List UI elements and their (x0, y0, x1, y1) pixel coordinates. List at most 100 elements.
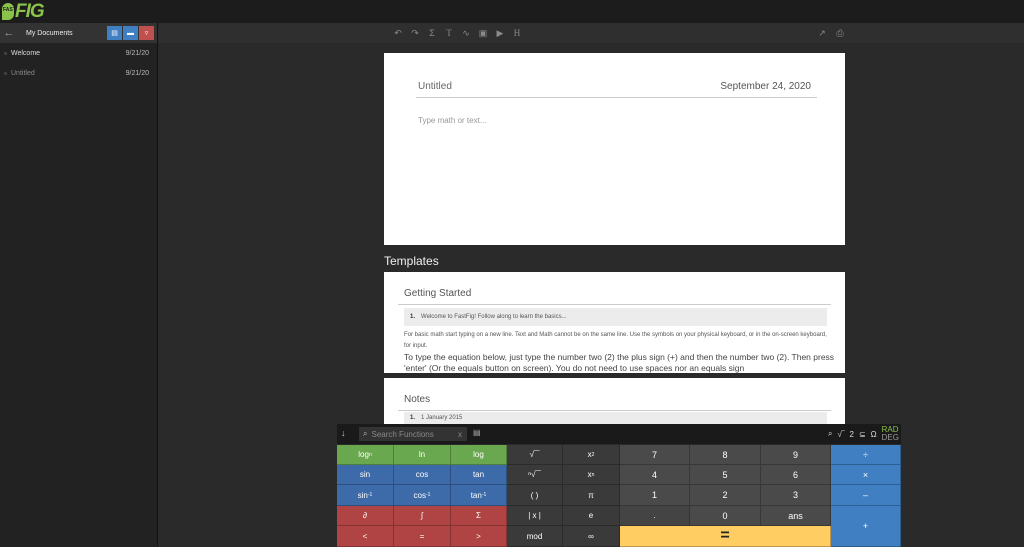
key-tan[interactable]: tan (451, 465, 507, 485)
document-date: 9/21/20 (125, 69, 149, 77)
document-title[interactable]: Untitled (418, 81, 452, 92)
template-step: 1. Welcome to FastFig! Follow along to l… (404, 308, 827, 326)
share-icon[interactable]: ↗ (814, 26, 830, 40)
key-8[interactable]: 8 (690, 445, 761, 465)
key-divide[interactable]: ÷ (831, 445, 901, 465)
undo-icon[interactable]: ↶ (390, 26, 406, 40)
key-pi[interactable]: π (563, 485, 620, 506)
key-add[interactable]: + (831, 506, 901, 547)
key-3[interactable]: 3 (761, 485, 831, 506)
template-divider (398, 410, 831, 411)
key-ans[interactable]: ans (761, 506, 831, 526)
key-log[interactable]: log (451, 445, 507, 465)
document-item-welcome[interactable]: Welcome 9/21/20 (0, 43, 157, 63)
subset-mode-button[interactable]: ⊆ (859, 430, 866, 439)
redo-icon[interactable]: ↷ (407, 26, 423, 40)
template-title: Getting Started (404, 288, 472, 299)
video-icon[interactable]: ▶ (492, 26, 508, 40)
template-title: Notes (404, 394, 431, 405)
key-6[interactable]: 6 (761, 465, 831, 485)
clear-search-icon[interactable]: x (458, 430, 462, 439)
key-sin[interactable]: sin (337, 465, 394, 485)
key-cos[interactable]: cos (394, 465, 451, 485)
calculator-keys: log n ln log √‾‾ x2 7 8 9 ÷ sin cos tan ⁿ… (337, 445, 901, 547)
sidebar-title: My Documents (26, 29, 73, 37)
back-arrow-icon[interactable]: ← (0, 23, 18, 43)
key-less-than[interactable]: < (337, 526, 394, 547)
key-ln[interactable]: ln (394, 445, 451, 465)
text-icon[interactable]: T (441, 26, 457, 40)
template-divider (398, 304, 831, 305)
workspace: Untitled September 24, 2020 Type math or… (158, 43, 1024, 424)
key-equal-relation[interactable]: = (394, 526, 451, 547)
radical-mode-button[interactable]: √‾ (837, 430, 844, 439)
calculator-header: ↓ ⌕ Search Functions x ▤ ⌕ √‾ 2 ⊆ Ω RAD … (337, 424, 901, 444)
key-greater-than[interactable]: > (451, 526, 507, 547)
templates-heading: Templates (384, 254, 439, 268)
fastfig-logo[interactable]: FAST FIG (2, 1, 45, 22)
key-infinity[interactable]: ∞ (563, 526, 620, 547)
document-name: Untitled (11, 69, 35, 77)
key-arctan[interactable]: tan -1 (451, 485, 507, 506)
key-square[interactable]: x2 (563, 445, 620, 465)
step-text: 1 January 2015 (421, 415, 463, 421)
trash-icon[interactable]: ▿ (139, 26, 154, 40)
key-parentheses[interactable]: ( ) (507, 485, 563, 506)
key-arccos[interactable]: cos -1 (394, 485, 451, 506)
camera-icon[interactable]: ▣ (475, 26, 491, 40)
heading-icon[interactable]: H (509, 26, 525, 40)
document-handle-icon (4, 71, 7, 75)
key-summation[interactable]: Σ (451, 506, 507, 526)
search-functions-input[interactable]: ⌕ Search Functions x (359, 427, 467, 441)
template-card-getting-started[interactable]: Getting Started 1. Welcome to FastFig! F… (384, 272, 845, 373)
key-partial[interactable]: ∂ (337, 506, 394, 526)
search-icon[interactable]: ⌕ (828, 429, 832, 439)
math-text-input[interactable]: Type math or text... (418, 116, 486, 125)
key-power[interactable]: xn (563, 465, 620, 485)
top-bar: FAST FIG (0, 0, 1024, 23)
key-decimal[interactable]: . (620, 506, 690, 526)
step-text: Welcome to FastFig! Follow along to lear… (421, 314, 567, 320)
document-item-untitled[interactable]: Untitled 9/21/20 (0, 63, 157, 83)
key-multiply[interactable]: × (831, 465, 901, 485)
search-placeholder: Search Functions (371, 429, 434, 439)
step-number: 1. (410, 314, 416, 320)
editor-toolbar: ↶ ↷ Σ T ∿ ▣ ▶ H ↗ ⎙ (158, 23, 1024, 43)
template-body-text-large: To type the equation below, just type th… (404, 352, 835, 373)
collapse-arrow-icon[interactable]: ↓ (341, 428, 346, 438)
title-divider (416, 97, 817, 98)
key-absolute[interactable]: | x | (507, 506, 563, 526)
number-mode-button[interactable]: 2 (850, 430, 854, 439)
new-document-icon[interactable]: ▤ (107, 26, 122, 40)
key-arcsin[interactable]: sin -1 (337, 485, 394, 506)
key-5[interactable]: 5 (690, 465, 761, 485)
angle-mode-toggle[interactable]: RAD DEG (882, 426, 899, 442)
key-7[interactable]: 7 (620, 445, 690, 465)
key-e[interactable]: e (563, 506, 620, 526)
key-1[interactable]: 1 (620, 485, 690, 506)
calculator-keyboard: ↓ ⌕ Search Functions x ▤ ⌕ √‾ 2 ⊆ Ω RAD … (337, 424, 901, 547)
print-icon[interactable]: ⎙ (832, 26, 848, 40)
key-nth-root[interactable]: ⁿ√‾‾ (507, 465, 563, 485)
template-card-notes[interactable]: Notes 1. 1 January 2015 (384, 378, 845, 424)
omega-mode-button[interactable]: Ω (871, 430, 877, 439)
key-integral[interactable]: ∫ (394, 506, 451, 526)
deg-label: DEG (881, 433, 899, 442)
key-mod[interactable]: mod (507, 526, 563, 547)
key-4[interactable]: 4 (620, 465, 690, 485)
template-body-text: For basic math start typing on a new lin… (404, 332, 827, 349)
sidebar-header: ← My Documents ▤ ▬ ▿ (0, 23, 157, 43)
document-page[interactable]: Untitled September 24, 2020 Type math or… (384, 53, 845, 245)
key-subtract[interactable]: – (831, 485, 901, 506)
key-2[interactable]: 2 (690, 485, 761, 506)
key-sqrt[interactable]: √‾‾ (507, 445, 563, 465)
document-handle-icon (4, 51, 7, 55)
key-0[interactable]: 0 (690, 506, 761, 526)
key-log-n[interactable]: log n (337, 445, 394, 465)
graph-icon[interactable]: ∿ (458, 26, 474, 40)
new-folder-icon[interactable]: ▬ (123, 26, 138, 40)
book-icon[interactable]: ▤ (473, 428, 481, 437)
key-equals[interactable]: = (620, 526, 831, 547)
key-9[interactable]: 9 (761, 445, 831, 465)
sum-icon[interactable]: Σ (424, 26, 440, 40)
